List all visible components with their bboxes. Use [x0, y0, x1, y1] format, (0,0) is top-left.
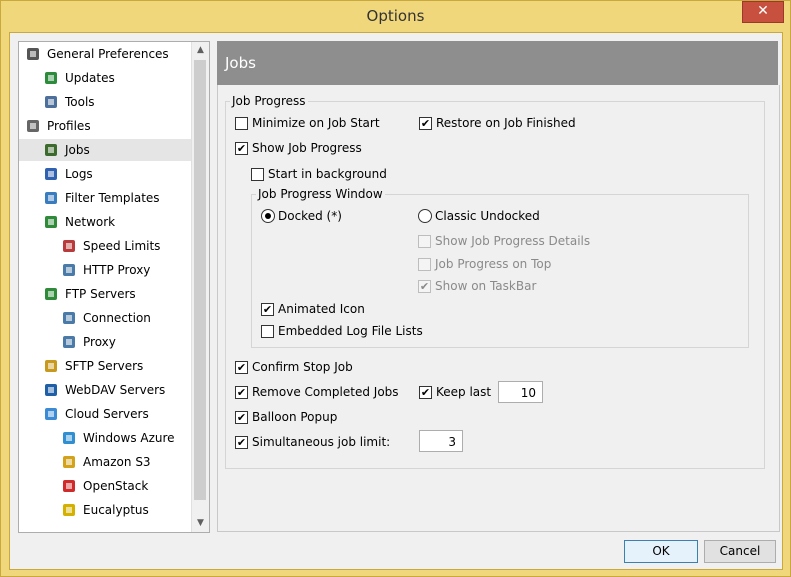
tree-item[interactable]: Tools	[19, 91, 191, 113]
tree-item[interactable]: Windows Azure	[19, 427, 191, 449]
tree-item[interactable]: SFTP Servers	[19, 355, 191, 377]
tree-item-label: Eucalyptus	[83, 503, 149, 517]
tree-item-label: SFTP Servers	[65, 359, 144, 373]
scroll-up-icon[interactable]: ▲	[192, 42, 209, 59]
radio-circle	[261, 209, 275, 223]
tree-item-label: Amazon S3	[83, 455, 151, 469]
tree-item[interactable]: Jobs	[19, 139, 191, 161]
tree-item[interactable]: Network	[19, 211, 191, 233]
tree-item-label: HTTP Proxy	[83, 263, 151, 277]
tree-item-label: Cloud Servers	[65, 407, 149, 421]
tree-item[interactable]: Updates	[19, 67, 191, 89]
sftp-icon	[43, 358, 59, 374]
close-button[interactable]: ✕	[742, 1, 784, 23]
tree-item-label: Logs	[65, 167, 93, 181]
openstack-icon	[61, 478, 77, 494]
speed-icon	[61, 238, 77, 254]
tree-item-label: Speed Limits	[83, 239, 161, 253]
checkbox-box: ✔	[235, 386, 248, 399]
tree-item[interactable]: Amazon S3	[19, 451, 191, 473]
tree-item[interactable]: Connection	[19, 307, 191, 329]
connection-icon	[61, 310, 77, 326]
jobs-panel: Job Progress Minimize on Job Start ✔ Res…	[217, 85, 780, 532]
cloud-icon	[43, 406, 59, 422]
tree-item-label: Tools	[65, 95, 95, 109]
tree-item-label: General Preferences	[47, 47, 169, 61]
checkbox-box	[418, 258, 431, 271]
tree-item-label: FTP Servers	[65, 287, 136, 301]
tree-item-label: Windows Azure	[83, 431, 175, 445]
radio-selected-dot	[265, 213, 271, 219]
proxy-icon	[61, 262, 77, 278]
job-progress-window-legend: Job Progress Window	[256, 187, 385, 201]
tree-item[interactable]: Eucalyptus	[19, 499, 191, 521]
checkbox-box	[261, 325, 274, 338]
simultaneous-limit-input[interactable]: 3	[419, 430, 463, 452]
checkbox-box: ✔	[235, 436, 248, 449]
checkbox-box	[251, 168, 264, 181]
tree-item[interactable]: General Preferences	[19, 43, 191, 65]
options-window: Options ✕ General Preferences Updates Tool…	[0, 0, 791, 577]
checkbox-box	[235, 117, 248, 130]
tree-item[interactable]: Profiles	[19, 115, 191, 137]
tree-item-label: Filter Templates	[65, 191, 160, 205]
tree-item-label: Connection	[83, 311, 151, 325]
checkbox-box: ✔	[235, 411, 248, 424]
tree-item[interactable]: Proxy	[19, 331, 191, 353]
window-title: Options	[366, 7, 425, 25]
s3-icon	[61, 454, 77, 470]
ok-button[interactable]: OK	[624, 540, 698, 563]
azure-icon	[61, 430, 77, 446]
checkbox-box	[418, 235, 431, 248]
job-progress-window-group: Job Progress Window Docked (*) Classic U…	[251, 187, 749, 348]
job-progress-legend: Job Progress	[230, 94, 308, 108]
cancel-button[interactable]: Cancel	[704, 540, 776, 563]
title-bar: Options ✕	[1, 1, 790, 32]
gear-icon	[25, 46, 41, 62]
job-progress-group: Job Progress Minimize on Job Start ✔ Res…	[225, 94, 765, 469]
tree-item[interactable]: Logs	[19, 163, 191, 185]
tree-item[interactable]: FTP Servers	[19, 283, 191, 305]
tree-item-label: Updates	[65, 71, 115, 85]
proxy-icon	[61, 334, 77, 350]
panel-header: Jobs	[217, 41, 778, 85]
checkbox-box: ✔	[261, 303, 274, 316]
webdav-icon	[43, 382, 59, 398]
checkbox-box: ✔	[235, 361, 248, 374]
eucalyptus-icon	[61, 502, 77, 518]
logs-icon	[43, 166, 59, 182]
tree-item[interactable]: WebDAV Servers	[19, 379, 191, 401]
scroll-thumb[interactable]	[194, 60, 206, 500]
tree-scrollbar[interactable]: ▲ ▼	[191, 42, 209, 532]
options-tree: General Preferences Updates Tools Profiles J…	[18, 41, 210, 533]
tree-item[interactable]: HTTP Proxy	[19, 259, 191, 281]
tree-item[interactable]: Speed Limits	[19, 235, 191, 257]
filter-icon	[43, 190, 59, 206]
checkbox-box: ✔	[418, 280, 431, 293]
checkbox-box: ✔	[235, 142, 248, 155]
keep-last-input[interactable]: 10	[498, 381, 543, 403]
profile-icon	[25, 118, 41, 134]
panel-title: Jobs	[225, 54, 256, 72]
checkbox-box: ✔	[419, 386, 432, 399]
tree-item[interactable]: Filter Templates	[19, 187, 191, 209]
tree-item-label: OpenStack	[83, 479, 149, 493]
ftp-icon	[43, 286, 59, 302]
jobs-icon	[43, 142, 59, 158]
scroll-down-icon[interactable]: ▼	[192, 515, 209, 532]
network-icon	[43, 214, 59, 230]
tree-item-label: Network	[65, 215, 116, 229]
tree-item-label: WebDAV Servers	[65, 383, 166, 397]
checkbox-box: ✔	[419, 117, 432, 130]
tree-item[interactable]: OpenStack	[19, 475, 191, 497]
dialog-client: General Preferences Updates Tools Profiles J…	[9, 32, 783, 570]
tree-item-label: Jobs	[65, 143, 90, 157]
tree-item[interactable]: Cloud Servers	[19, 403, 191, 425]
globe-icon	[43, 70, 59, 86]
radio-circle	[418, 209, 432, 223]
tools-icon	[43, 94, 59, 110]
tree-item-label: Proxy	[83, 335, 116, 349]
tree-item-label: Profiles	[47, 119, 91, 133]
